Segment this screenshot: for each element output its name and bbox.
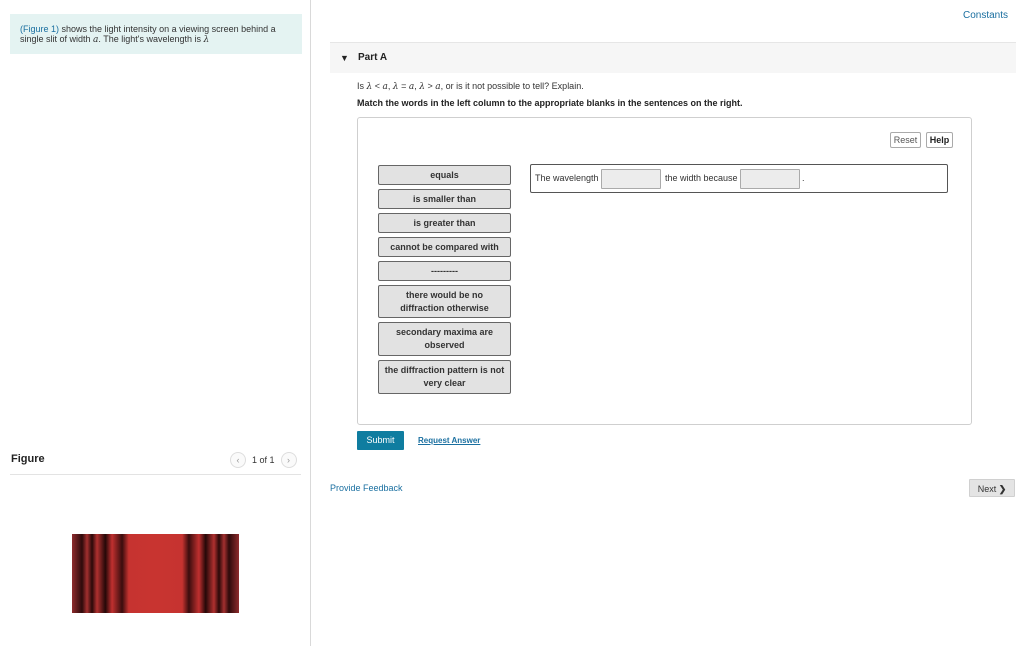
provide-feedback-link[interactable]: Provide Feedback: [330, 483, 403, 493]
submit-button[interactable]: Submit: [357, 431, 404, 450]
figure-divider: [10, 474, 301, 475]
question-suffix: , or is it not possible to tell? Explain…: [440, 81, 584, 91]
constants-link[interactable]: Constants: [963, 10, 1008, 21]
chevron-right-icon: ❯: [998, 484, 1007, 494]
request-answer-link[interactable]: Request Answer: [418, 436, 480, 445]
instruction-text: Match the words in the left column to th…: [357, 98, 743, 108]
figure-pager: ‹ 1 of 1 ›: [230, 452, 297, 470]
word-tile[interactable]: secondary maxima are observed: [378, 322, 511, 356]
question-text: Is λ < a, λ = a, λ > a, or is it not pos…: [357, 81, 584, 92]
diffraction-pattern-image[interactable]: [72, 534, 239, 613]
word-tile[interactable]: cannot be compared with: [378, 237, 511, 257]
blank-drop-target-2[interactable]: [740, 169, 800, 189]
intro-text-2: . The light's wavelength is: [98, 34, 204, 44]
next-button[interactable]: Next ❯: [969, 479, 1015, 497]
word-tile[interactable]: is greater than: [378, 213, 511, 233]
word-tile[interactable]: ---------: [378, 261, 511, 281]
wavelength-symbol: λ: [203, 35, 210, 45]
drag-drop-area: Reset Help equals is smaller than is gre…: [357, 117, 972, 425]
word-tile[interactable]: is smaller than: [378, 189, 511, 209]
figure-link[interactable]: (Figure 1): [20, 24, 59, 34]
chevron-right-icon[interactable]: ›: [280, 452, 297, 468]
part-title: Part A: [358, 52, 388, 63]
pane-divider[interactable]: [310, 0, 311, 646]
word-tile[interactable]: equals: [378, 165, 511, 185]
next-label: Next: [977, 484, 997, 494]
sentence-text-3: .: [802, 173, 805, 183]
problem-intro: (Figure 1) shows the light intensity on …: [10, 14, 302, 54]
word-tile[interactable]: the diffraction pattern is not very clea…: [378, 360, 511, 394]
eq-sign: =: [398, 81, 409, 91]
figure-label: Figure: [11, 453, 45, 465]
sentence-box: The wavelength the width because .: [530, 164, 948, 193]
lt-sign: <: [372, 81, 383, 91]
sentence-text-1: The wavelength: [535, 173, 599, 183]
sentence-text-2: the width because: [665, 173, 738, 183]
triangle-down-icon[interactable]: ▼: [340, 53, 349, 63]
gt-sign: >: [424, 81, 436, 91]
reset-button[interactable]: Reset: [890, 132, 921, 148]
chevron-left-icon[interactable]: ‹: [230, 452, 246, 468]
blank-drop-target-1[interactable]: [601, 169, 661, 189]
question-prefix: Is: [357, 81, 367, 91]
help-button[interactable]: Help: [926, 132, 953, 148]
word-tile[interactable]: there would be no diffraction otherwise: [378, 285, 511, 318]
figure-count: 1 of 1: [252, 455, 275, 465]
part-a-header[interactable]: ▼ Part A: [330, 43, 1016, 73]
